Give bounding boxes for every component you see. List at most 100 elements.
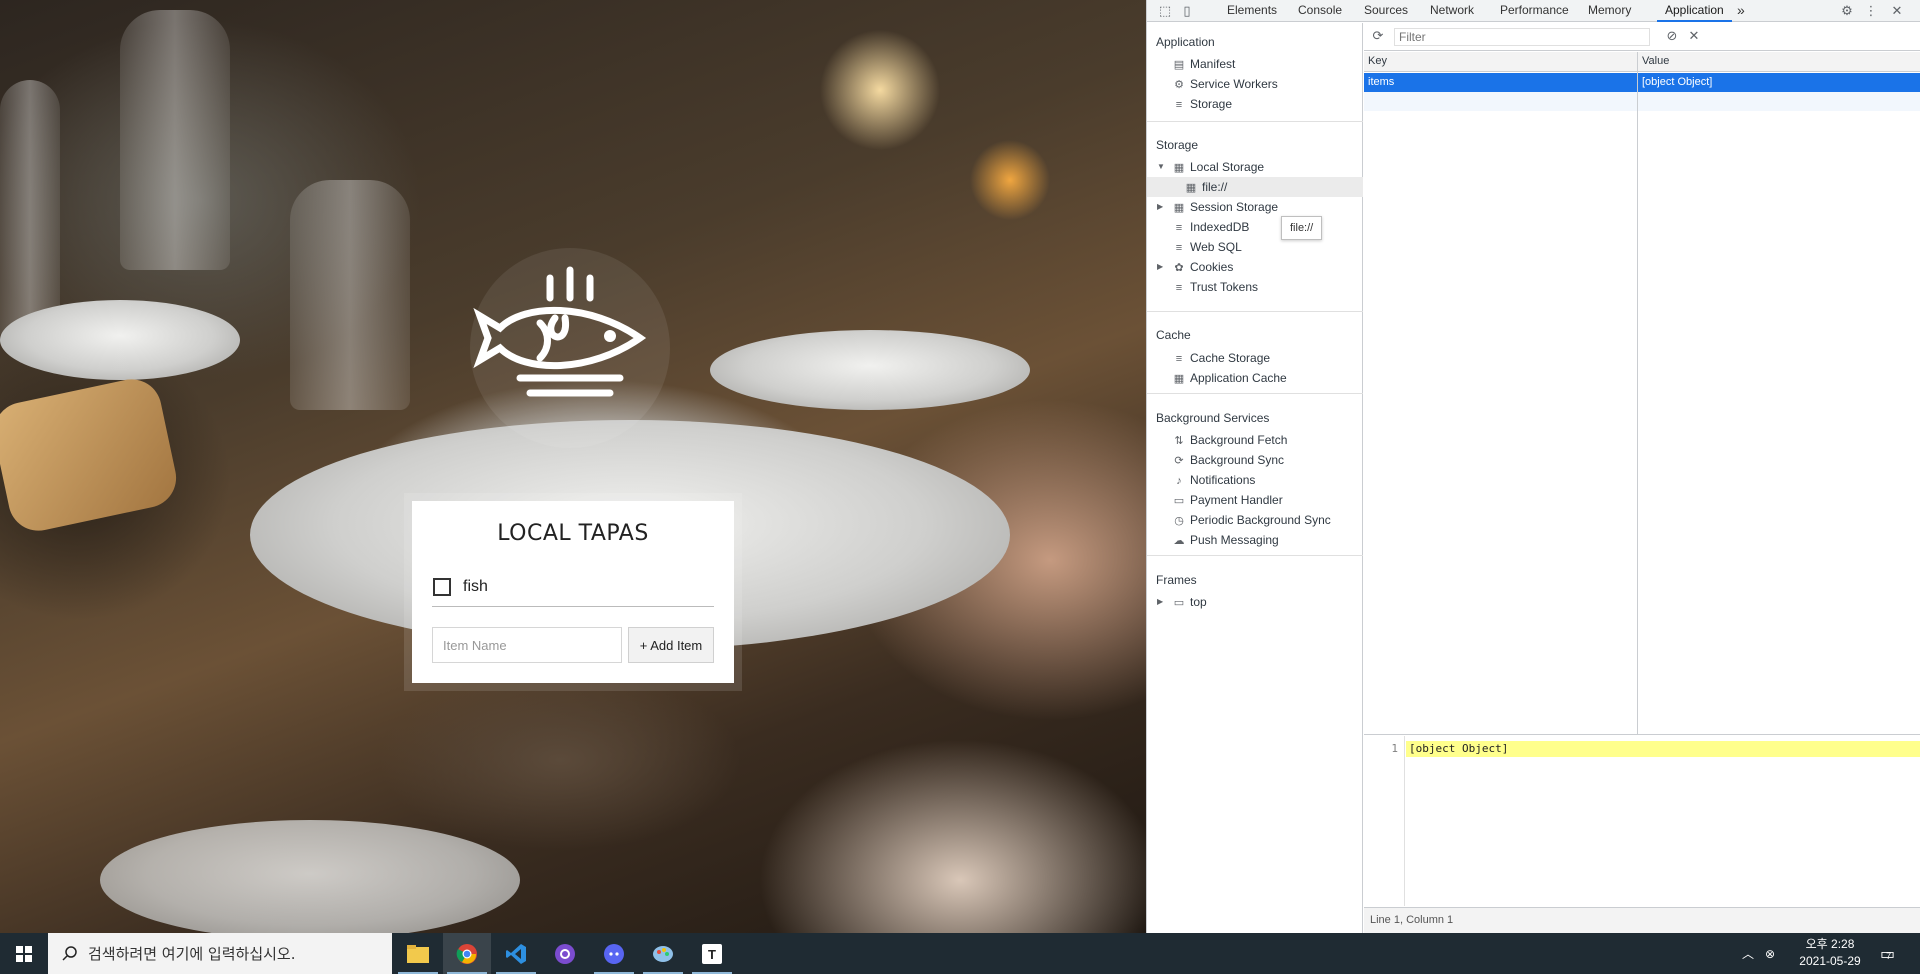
- sidebar-item-manifest[interactable]: ▤ Manifest: [1172, 55, 1236, 73]
- code-line: [object Object]: [1406, 741, 1920, 757]
- sidebar-item-label: Application Cache: [1190, 371, 1287, 385]
- sidebar-item-background-sync[interactable]: ⟳ Background Sync: [1172, 451, 1284, 469]
- palette-icon: [653, 945, 673, 962]
- clock-date: 2021-05-29: [1799, 954, 1861, 968]
- devtools-tabbar: ⬚ ▯ Elements Console Sources Network Per…: [1147, 0, 1920, 22]
- item-name-input[interactable]: [432, 627, 622, 663]
- tab-sources[interactable]: Sources: [1364, 0, 1408, 22]
- sidebar-item-label: Periodic Background Sync: [1190, 513, 1331, 527]
- value-preview-editor[interactable]: 1 [object Object]: [1364, 736, 1920, 906]
- sidebar-item-local-storage[interactable]: ▼ ▦ Local Storage: [1157, 158, 1264, 176]
- refresh-icon[interactable]: ⟳: [1370, 28, 1386, 44]
- sidebar-item-storage[interactable]: ≡ Storage: [1172, 95, 1232, 113]
- taskbar-search-box[interactable]: 검색하려면 여기에 입력하십시오.: [48, 933, 392, 974]
- page-viewport: LOCAL TAPAS fish + Add Item: [0, 0, 1146, 933]
- sidebar-item-push-messaging[interactable]: ☁ Push Messaging: [1172, 531, 1279, 549]
- todo-checkbox[interactable]: [433, 577, 451, 596]
- tab-console[interactable]: Console: [1298, 0, 1342, 22]
- file-explorer-icon[interactable]: [394, 933, 442, 974]
- background-glass: [120, 10, 230, 270]
- fish-icon: [473, 266, 647, 397]
- background-plate: [100, 820, 520, 933]
- sidebar-item-indexeddb[interactable]: ≡ IndexedDB: [1172, 218, 1250, 236]
- sidebar-item-label: Cache Storage: [1190, 351, 1271, 365]
- folder-icon: [407, 944, 429, 963]
- table-row-empty[interactable]: [1364, 92, 1920, 111]
- sidebar-item-background-fetch[interactable]: ⇅ Background Fetch: [1172, 431, 1287, 449]
- clock-time: 오후 2:28: [1805, 937, 1855, 951]
- section-title-frames: Frames: [1156, 573, 1197, 587]
- tab-elements[interactable]: Elements: [1227, 0, 1277, 22]
- github-logo-icon: [555, 943, 575, 964]
- database-icon: ≡: [1175, 222, 1183, 234]
- paint-icon[interactable]: [639, 933, 687, 974]
- tray-chevron-icon[interactable]: ︿: [1742, 933, 1754, 974]
- windows-taskbar: 검색하려면 여기에 입력하십시오. T ︿ ⊗ 오후 2:28 2021-05-…: [0, 933, 1920, 974]
- settings-icon[interactable]: ⚙: [1839, 3, 1855, 19]
- editor-status-bar: Line 1, Column 1: [1364, 907, 1920, 933]
- notification-center-icon[interactable]: ▭ 7: [1880, 933, 1895, 974]
- typora-icon[interactable]: T: [688, 933, 736, 974]
- add-item-button[interactable]: + Add Item: [628, 627, 714, 663]
- start-button[interactable]: [0, 933, 48, 974]
- kebab-menu-icon[interactable]: ⋮: [1863, 3, 1879, 19]
- section-title-storage: Storage: [1156, 138, 1199, 152]
- sidebar-item-payment-handler[interactable]: ▭ Payment Handler: [1172, 491, 1283, 509]
- sidebar-item-label: Session Storage: [1190, 200, 1279, 214]
- background-bread: [0, 373, 182, 537]
- network-status-icon[interactable]: ⊗: [1765, 933, 1775, 974]
- table-header: Key Value: [1364, 52, 1920, 72]
- card-title: LOCAL TAPAS: [497, 521, 649, 546]
- clock-icon: ◷: [1174, 515, 1184, 527]
- storage-toolbar: ⟳ ⊘ ✕: [1364, 23, 1920, 51]
- more-tabs-button[interactable]: »: [1737, 0, 1745, 22]
- inspect-element-icon[interactable]: ⬚: [1157, 3, 1173, 19]
- storage-view: ⟳ ⊘ ✕ Key Value items [object Object] 1: [1364, 23, 1920, 933]
- sidebar-item-periodic-background-sync[interactable]: ◷ Periodic Background Sync: [1172, 511, 1331, 529]
- column-header-key[interactable]: Key: [1368, 55, 1387, 67]
- sidebar-item-cookies[interactable]: ▶ ✿ Cookies: [1157, 258, 1234, 276]
- devtools-panel: ⬚ ▯ Elements Console Sources Network Per…: [1146, 0, 1920, 933]
- tab-memory[interactable]: Memory: [1588, 0, 1631, 22]
- github-desktop-icon[interactable]: [541, 933, 589, 974]
- sidebar-item-session-storage[interactable]: ▶ ▦ Session Storage: [1157, 198, 1279, 216]
- line-number: 1: [1391, 742, 1398, 755]
- delete-selected-icon[interactable]: ✕: [1686, 28, 1702, 44]
- tab-performance[interactable]: Performance: [1500, 0, 1569, 22]
- table-row[interactable]: items [object Object]: [1364, 73, 1920, 92]
- sidebar-item-label: IndexedDB: [1190, 220, 1250, 234]
- svg-text:T: T: [708, 947, 716, 962]
- sidebar-item-cache-storage[interactable]: ≡ Cache Storage: [1172, 349, 1270, 367]
- device-toolbar-icon[interactable]: ▯: [1179, 3, 1195, 19]
- sync-icon: ⟳: [1174, 455, 1184, 467]
- discord-icon[interactable]: [590, 933, 638, 974]
- filter-input[interactable]: [1394, 28, 1650, 46]
- taskbar-clock[interactable]: 오후 2:28 2021-05-29: [1790, 936, 1870, 970]
- sidebar-item-label: Push Messaging: [1190, 533, 1279, 547]
- sidebar-item-notifications[interactable]: ♪ Notifications: [1172, 471, 1255, 489]
- column-header-value[interactable]: Value: [1642, 55, 1669, 67]
- chrome-icon[interactable]: [443, 933, 491, 974]
- table-icon: ▦: [1173, 373, 1185, 385]
- sidebar-item-local-storage-file[interactable]: ▦ file://: [1184, 178, 1228, 196]
- database-icon: ≡: [1175, 353, 1183, 365]
- sidebar-item-label: Notifications: [1190, 473, 1256, 487]
- column-divider[interactable]: [1637, 52, 1638, 735]
- sidebar-item-label: Cookies: [1190, 260, 1234, 274]
- sidebar-item-application-cache[interactable]: ▦ Application Cache: [1172, 369, 1287, 387]
- sidebar-item-trust-tokens[interactable]: ≡ Trust Tokens: [1172, 278, 1258, 296]
- gear-icon: ⚙: [1174, 79, 1184, 91]
- application-sidebar: Application ▤ Manifest ⚙ Service Workers ≡…: [1147, 23, 1363, 933]
- bell-icon: ♪: [1176, 475, 1182, 487]
- tab-application[interactable]: Application: [1657, 0, 1732, 22]
- vscode-icon[interactable]: [492, 933, 540, 974]
- sidebar-item-frame-top[interactable]: ▶ ▭ top: [1157, 593, 1207, 611]
- cookie-icon: ✿: [1174, 262, 1184, 274]
- storage-table: Key Value items [object Object]: [1364, 52, 1920, 735]
- tab-network[interactable]: Network: [1430, 0, 1474, 22]
- sidebar-item-service-workers[interactable]: ⚙ Service Workers: [1172, 75, 1278, 93]
- clear-all-icon[interactable]: ⊘: [1664, 28, 1680, 44]
- sidebar-item-web-sql[interactable]: ≡ Web SQL: [1172, 238, 1242, 256]
- close-devtools-icon[interactable]: ✕: [1889, 3, 1905, 19]
- search-icon: [62, 945, 77, 961]
